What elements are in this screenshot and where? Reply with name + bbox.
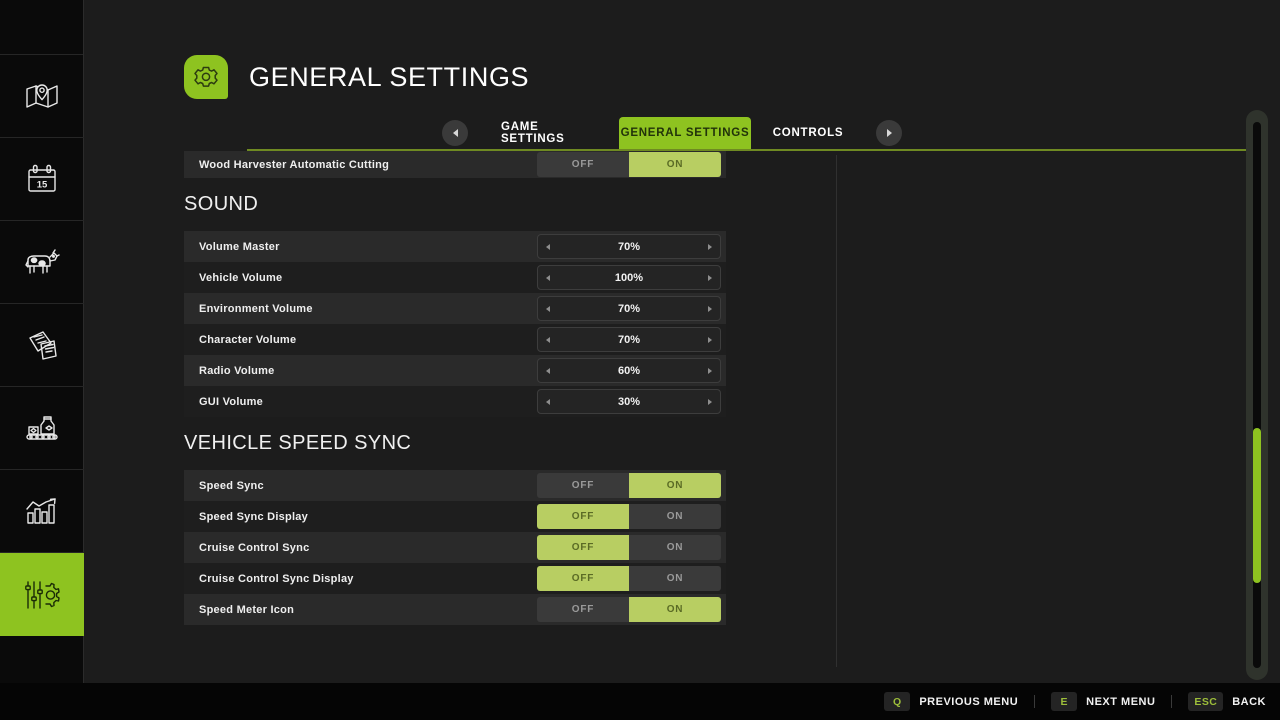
chevron-left-icon <box>453 129 458 137</box>
slider-decrease-icon[interactable] <box>546 399 550 405</box>
hint-back[interactable]: ESC BACK <box>1188 692 1266 711</box>
hint-label: NEXT MENU <box>1086 696 1155 708</box>
hint-separator <box>1171 695 1172 708</box>
scrollbar-track[interactable] <box>1253 122 1261 668</box>
cow-icon <box>24 248 60 276</box>
tab-prev-button[interactable] <box>442 120 468 146</box>
tab-controls[interactable]: CONTROLS <box>768 117 848 149</box>
tab-general-settings[interactable]: GENERAL SETTINGS <box>619 117 751 149</box>
scrollbar[interactable] <box>1246 110 1268 680</box>
sidebar-top-spacer <box>0 0 83 55</box>
toggle-off-segment[interactable]: OFF <box>537 152 629 177</box>
key-esc: ESC <box>1188 692 1223 711</box>
slider-increase-icon[interactable] <box>708 337 712 343</box>
setting-row-character-volume[interactable]: Character Volume 70% <box>184 324 726 355</box>
tab-game-settings[interactable]: GAME SETTINGS <box>501 117 601 149</box>
factory-conveyor-icon <box>25 413 59 443</box>
slider-decrease-icon[interactable] <box>546 337 550 343</box>
toggle-cruise-control-sync[interactable]: OFF ON <box>537 535 721 560</box>
toggle-speed-meter-icon[interactable]: OFF ON <box>537 597 721 622</box>
toggle-off-segment[interactable]: OFF <box>537 535 629 560</box>
main-panel: GENERAL SETTINGS GAME SETTINGS GENERAL S… <box>84 0 1280 683</box>
key-q: Q <box>884 692 910 711</box>
toggle-on-segment[interactable]: ON <box>629 473 721 498</box>
setting-row-speed-meter-icon[interactable]: Speed Meter Icon OFF ON <box>184 594 726 625</box>
slider-decrease-icon[interactable] <box>546 244 550 250</box>
toggle-off-segment[interactable]: OFF <box>537 566 629 591</box>
setting-row-volume-master[interactable]: Volume Master 70% <box>184 231 726 262</box>
toggle-on-segment[interactable]: ON <box>629 535 721 560</box>
sidebar-item-statistics[interactable] <box>0 470 84 553</box>
toggle-on-segment[interactable]: ON <box>629 504 721 529</box>
toggle-off-segment[interactable]: OFF <box>537 597 629 622</box>
setting-row-gui-volume[interactable]: GUI Volume 30% <box>184 386 726 417</box>
toggle-on-segment[interactable]: ON <box>629 597 721 622</box>
setting-row-vehicle-volume[interactable]: Vehicle Volume 100% <box>184 262 726 293</box>
sidebar-item-settings[interactable] <box>0 553 84 636</box>
toggle-speed-sync[interactable]: OFF ON <box>537 473 721 498</box>
hint-separator <box>1034 695 1035 708</box>
bar-chart-icon <box>25 497 59 525</box>
page-title: GENERAL SETTINGS <box>249 62 529 93</box>
page-header: GENERAL SETTINGS <box>184 55 529 99</box>
tab-next-button[interactable] <box>876 120 902 146</box>
toggle-cruise-control-sync-display[interactable]: OFF ON <box>537 566 721 591</box>
sidebar-item-calendar[interactable]: 15 <box>0 138 84 221</box>
panel-divider <box>836 155 837 667</box>
setting-row-environment-volume[interactable]: Environment Volume 70% <box>184 293 726 324</box>
toggle-off-segment[interactable]: OFF <box>537 504 629 529</box>
toggle-speed-sync-display[interactable]: OFF ON <box>537 504 721 529</box>
sidebar-item-animals[interactable] <box>0 221 84 304</box>
hint-label: BACK <box>1232 696 1266 708</box>
setting-row-cruise-control-sync[interactable]: Cruise Control Sync OFF ON <box>184 532 726 563</box>
settings-list[interactable]: Wood Harvester Automatic Cutting OFF ON … <box>184 151 752 671</box>
hint-label: PREVIOUS MENU <box>919 696 1018 708</box>
section-title-vehicle-speed-sync: VEHICLE SPEED SYNC <box>184 417 752 470</box>
toggle-wood-harvester[interactable]: OFF ON <box>537 152 721 177</box>
slider-gui-volume[interactable]: 30% <box>537 389 721 414</box>
setting-row-cruise-control-sync-display[interactable]: Cruise Control Sync Display OFF ON <box>184 563 726 594</box>
sidebar-item-production[interactable] <box>0 387 84 470</box>
slider-environment-volume[interactable]: 70% <box>537 296 721 321</box>
slider-character-volume[interactable]: 70% <box>537 327 721 352</box>
setting-row-speed-sync-display[interactable]: Speed Sync Display OFF ON <box>184 501 726 532</box>
toggle-off-segment[interactable]: OFF <box>537 473 629 498</box>
slider-decrease-icon[interactable] <box>546 368 550 374</box>
svg-text:15: 15 <box>37 180 48 191</box>
gear-icon <box>184 55 228 99</box>
sidebar-item-map[interactable] <box>0 55 84 138</box>
scrollbar-thumb[interactable] <box>1253 428 1261 583</box>
left-sidebar: 15 <box>0 0 84 683</box>
slider-increase-icon[interactable] <box>708 306 712 312</box>
slider-increase-icon[interactable] <box>708 244 712 250</box>
documents-icon <box>25 330 59 360</box>
slider-decrease-icon[interactable] <box>546 306 550 312</box>
calendar-15-icon: 15 <box>26 164 58 194</box>
slider-radio-volume[interactable]: 60% <box>537 358 721 383</box>
toggle-on-segment[interactable]: ON <box>629 152 721 177</box>
section-title-sound: SOUND <box>184 178 752 231</box>
map-pin-icon <box>25 82 59 110</box>
footer-hint-bar: Q PREVIOUS MENU E NEXT MENU ESC BACK <box>0 683 1280 720</box>
key-e: E <box>1051 692 1077 711</box>
hint-next-menu[interactable]: E NEXT MENU <box>1051 692 1155 711</box>
setting-row-wood-harvester[interactable]: Wood Harvester Automatic Cutting OFF ON <box>184 151 726 178</box>
tab-bar: GAME SETTINGS GENERAL SETTINGS CONTROLS <box>84 117 1280 149</box>
setting-row-speed-sync[interactable]: Speed Sync OFF ON <box>184 470 726 501</box>
slider-decrease-icon[interactable] <box>546 275 550 281</box>
sidebar-item-contracts[interactable] <box>0 304 84 387</box>
toggle-on-segment[interactable]: ON <box>629 566 721 591</box>
chevron-right-icon <box>887 129 892 137</box>
slider-increase-icon[interactable] <box>708 399 712 405</box>
slider-increase-icon[interactable] <box>708 275 712 281</box>
slider-increase-icon[interactable] <box>708 368 712 374</box>
setting-row-radio-volume[interactable]: Radio Volume 60% <box>184 355 726 386</box>
hint-previous-menu[interactable]: Q PREVIOUS MENU <box>884 692 1018 711</box>
slider-vehicle-volume[interactable]: 100% <box>537 265 721 290</box>
sliders-gear-icon <box>24 579 60 611</box>
slider-volume-master[interactable]: 70% <box>537 234 721 259</box>
